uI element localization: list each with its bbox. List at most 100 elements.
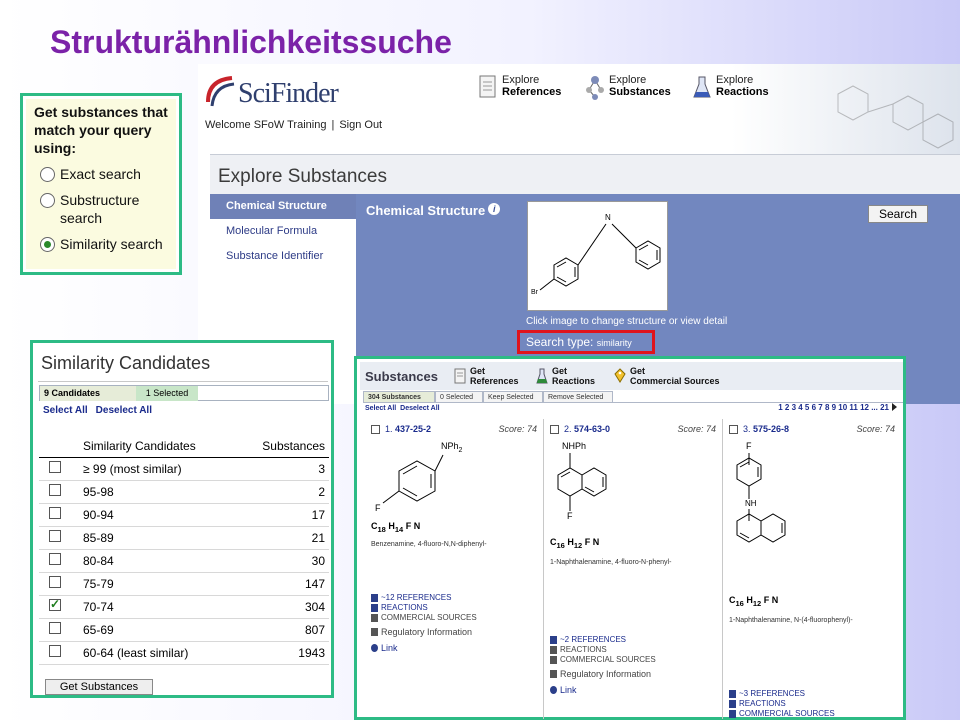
result-registry[interactable]: 3. 575-26-8 <box>743 424 789 434</box>
link-button[interactable]: Link <box>371 643 477 653</box>
substance-structure[interactable]: NHPh F <box>550 441 700 549</box>
formula-rest: F N <box>763 595 779 605</box>
deselect-all-link[interactable]: Deselect All <box>400 405 439 412</box>
deselect-all-link[interactable]: Deselect All <box>96 405 152 416</box>
fluorine-label: F <box>375 503 381 513</box>
substructure-search-radio[interactable] <box>40 193 55 208</box>
candidate-checkbox[interactable] <box>49 576 61 588</box>
search-type-indicator: Search type: similarity <box>517 330 655 354</box>
building-icon <box>550 670 557 678</box>
substance-structure[interactable]: F NH <box>729 441 879 591</box>
link-button[interactable]: Link <box>550 685 656 695</box>
checkbox-cell <box>39 549 83 572</box>
remove-selected-button[interactable]: Remove Selected <box>543 391 613 403</box>
score-label: Score: <box>677 424 704 434</box>
references-link[interactable]: ~3 REFERENCES <box>729 689 835 699</box>
references-icon <box>729 690 736 698</box>
explore-header: Explore Substances <box>210 154 960 194</box>
checkbox-cell <box>39 503 83 526</box>
tab-candidates-count[interactable]: 9 Candidates <box>40 386 136 401</box>
references-link[interactable]: ~12 REFERENCES <box>371 593 477 603</box>
column-divider <box>722 419 723 719</box>
registry-number-link[interactable]: 437-25-2 <box>395 424 431 434</box>
commercial-sources-link[interactable]: COMMERCIAL SOURCES <box>550 655 656 665</box>
regulatory-info-link[interactable]: Regulatory Information <box>550 669 656 679</box>
commercial-sources-link[interactable]: COMMERCIAL SOURCES <box>371 613 477 623</box>
substructure-search-option[interactable]: Substructure search <box>34 191 168 227</box>
divider <box>38 381 328 382</box>
checkbox-cell <box>39 595 83 618</box>
result-registry[interactable]: 2. 574-63-0 <box>564 424 610 434</box>
tab-selected-count[interactable]: 1 Selected <box>136 386 198 401</box>
sidebar-item-substance-identifier[interactable]: Substance Identifier <box>210 244 356 269</box>
sign-out-link[interactable]: Sign Out <box>339 119 382 131</box>
result-checkbox[interactable] <box>550 425 559 434</box>
select-all-link[interactable]: Select All <box>43 405 88 416</box>
candidate-checkbox[interactable] <box>49 553 61 565</box>
chain-link-icon <box>371 644 378 652</box>
tab-substances-count[interactable]: 304 Substances <box>363 391 435 403</box>
registry-number-link[interactable]: 575-26-8 <box>753 424 789 434</box>
regulatory-info-link[interactable]: Regulatory Information <box>371 627 477 637</box>
pagination[interactable]: 1 2 3 4 5 6 7 8 9 10 11 12 ... 21 <box>778 403 897 412</box>
nav-line2: Reactions <box>716 86 769 98</box>
checkbox-cell <box>39 480 83 503</box>
logo-text: SciFinder <box>238 78 339 109</box>
nav-line1: Explore <box>716 74 754 86</box>
tab-selected-count[interactable]: 0 Selected <box>435 391 483 403</box>
get-substances-button[interactable]: Get Substances <box>45 679 153 695</box>
reactions-link[interactable]: REACTIONS <box>729 699 835 709</box>
candidate-checkbox[interactable] <box>49 645 61 657</box>
query-options-heading: Get substances that match your query usi… <box>34 104 168 156</box>
similarity-search-radio[interactable] <box>40 237 55 252</box>
table-row: 70-74 304 <box>39 595 329 618</box>
similarity-range: 65-69 <box>83 622 114 637</box>
candidate-checkbox[interactable] <box>49 507 61 519</box>
exact-search-radio[interactable] <box>40 167 55 182</box>
search-button[interactable]: Search <box>868 205 928 223</box>
result-registry[interactable]: 1. 437-25-2 <box>385 424 431 434</box>
exact-search-option[interactable]: Exact search <box>34 165 168 183</box>
info-icon[interactable]: i <box>488 203 501 215</box>
sidebar-item-chemical-structure[interactable]: Chemical Structure <box>210 194 356 219</box>
similarity-range: 90-94 <box>83 507 114 522</box>
search-type-label: Search type: <box>526 335 594 349</box>
table-header: Similarity Candidates Substances <box>39 437 329 458</box>
candidate-checkbox[interactable] <box>49 484 61 496</box>
flask-icon <box>536 368 548 384</box>
slide-title: Strukturähnlichkeitssuche <box>50 24 452 60</box>
candidate-checkbox[interactable] <box>49 530 61 542</box>
next-page-arrow-icon[interactable] <box>892 403 897 411</box>
reactions-link[interactable]: REACTIONS <box>550 645 656 655</box>
table-row: 90-94 17 <box>39 503 329 526</box>
candidate-checkbox[interactable] <box>49 461 61 473</box>
substance-structure[interactable]: NPh2 F <box>371 441 521 531</box>
result-checkbox[interactable] <box>729 425 738 434</box>
document-icon <box>454 368 466 384</box>
candidate-checkbox[interactable] <box>49 597 61 611</box>
references-link[interactable]: ~2 REFERENCES <box>550 635 656 645</box>
result-index: 2. <box>564 424 572 434</box>
page-numbers[interactable]: 1 2 3 4 5 6 7 8 9 10 11 12 ... 21 <box>778 403 889 412</box>
bromine-atom-label: Br <box>531 289 538 296</box>
sidebar-item-molecular-formula[interactable]: Molecular Formula <box>210 219 356 244</box>
candidate-checkbox[interactable] <box>49 622 61 634</box>
reactions-link[interactable]: REACTIONS <box>371 603 477 613</box>
score-label: Score: <box>856 424 883 434</box>
result-checkbox[interactable] <box>371 425 380 434</box>
keep-selected-button[interactable]: Keep Selected <box>483 391 543 403</box>
query-options-panel: Get substances that match your query usi… <box>20 93 182 275</box>
similarity-candidates-panel: Similarity Candidates 9 Candidates 1 Sel… <box>30 340 334 698</box>
action-line2: References <box>470 376 519 386</box>
substance-count: 807 <box>304 622 325 637</box>
substance-name: 1-Naphthalenamine, N-(4-fluorophenyl)- <box>729 617 853 624</box>
registry-number-link[interactable]: 574-63-0 <box>574 424 610 434</box>
scifinder-logo[interactable]: SciFinder <box>204 72 339 112</box>
similarity-search-option[interactable]: Similarity search <box>34 235 168 253</box>
select-all-link[interactable]: Select All <box>365 405 396 412</box>
regulatory-text: Regulatory Information <box>560 669 652 679</box>
commercial-sources-link[interactable]: COMMERCIAL SOURCES <box>729 709 835 719</box>
query-structure-image[interactable]: N Br <box>527 201 668 311</box>
substance-count: 147 <box>304 576 325 591</box>
checkbox-cell <box>39 641 83 664</box>
